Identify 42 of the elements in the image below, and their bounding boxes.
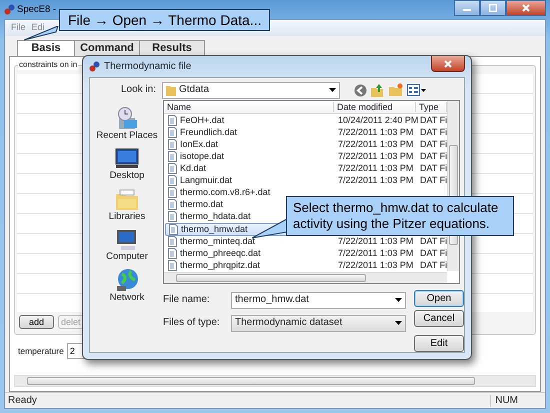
file-date: 7/22/2011 1:03 PM <box>337 138 414 150</box>
status-text: Ready <box>8 394 37 406</box>
look-in-label: Look in: <box>120 84 156 96</box>
file-name: thermo_minteq.dat <box>180 236 256 248</box>
file-date: 7/22/2011 1:03 PM <box>337 126 414 138</box>
files-of-type-label: Files of type: <box>163 317 221 329</box>
window-title: SpecE8 - <box>17 4 56 16</box>
file-type: DAT Fi <box>419 150 448 162</box>
file-name: Kd.dat <box>180 162 206 174</box>
callout-tooltip: File → Open → Thermo Data... <box>59 9 270 31</box>
file-name: thermo.dat <box>180 199 224 210</box>
file-name: FeOH+.dat <box>180 114 224 126</box>
file-name: isotope.dat <box>180 150 224 162</box>
callout-tooltip: Select thermo_hmw.dat to calculate activity using the Pitzer equations. <box>286 196 514 236</box>
file-name: thermo_hmw.dat <box>181 224 248 235</box>
num-lock-indicator: NUM <box>490 394 542 406</box>
file-name: Langmuir.dat <box>180 174 232 186</box>
file-name-label: File name: <box>163 294 211 306</box>
file-type: DAT Fi <box>419 162 448 174</box>
file-name: thermo_phrqpitz.dat <box>180 260 260 272</box>
group-title: constraints on in <box>18 60 78 70</box>
dialog-title: Thermodynamic file <box>104 60 192 72</box>
file-type: DAT Fi <box>419 174 448 186</box>
file-name: thermo_hdata.dat <box>180 211 251 222</box>
file-date: 7/22/2011 1:03 PM <box>337 174 414 186</box>
file-name: thermo_phreeqc.dat <box>180 248 261 260</box>
file-date: 7/22/2011 1:03 PM <box>337 150 414 162</box>
file-date: 7/22/2011 1:03 PM <box>337 260 414 272</box>
file-name: thermo.com.v8.r6+.dat <box>180 186 270 198</box>
file-type: DAT Fi <box>419 236 448 248</box>
file-date: 7/22/2011 1:03 PM <box>337 236 414 248</box>
file-date: 7/22/2011 1:03 PM <box>337 162 414 174</box>
file-type: DAT Fi <box>419 248 448 260</box>
file-name: IonEx.dat <box>180 138 218 150</box>
file-type: DAT Fi <box>419 114 448 126</box>
file-date: 7/22/2011 1:03 PM <box>337 248 414 260</box>
file-type: DAT Fi <box>419 138 448 150</box>
file-type: DAT Fi <box>419 126 448 138</box>
file-name: Freundlich.dat <box>180 126 238 138</box>
file-date: 10/24/2011 2:40 PM <box>337 114 417 126</box>
temperature-label: temperature <box>18 346 64 356</box>
file-type: DAT Fi <box>419 260 448 272</box>
